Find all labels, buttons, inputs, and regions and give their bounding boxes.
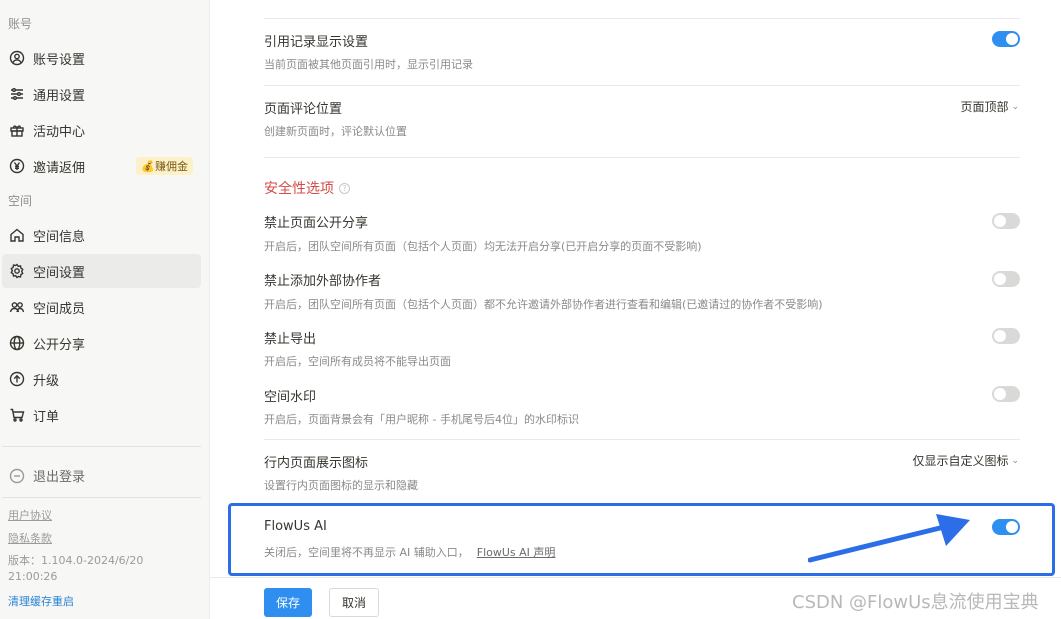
inline-icon-desc: 设置行内页面图标的显示和隐藏 — [264, 479, 418, 492]
flowus-ai-toggle[interactable] — [992, 519, 1020, 535]
divider — [264, 439, 1020, 440]
disable-export-desc: 开启后，空间所有成员将不能导出页面 — [264, 355, 451, 368]
sidebar-item-label: 升级 — [33, 373, 60, 389]
csdn-watermark: CSDN @FlowUs息流使用宝典 — [792, 592, 1039, 613]
gift-icon — [8, 121, 26, 139]
sidebar-item-label: 空间设置 — [33, 265, 86, 281]
save-button[interactable]: 保存 — [264, 588, 312, 617]
disable-collaborator-toggle[interactable] — [992, 271, 1020, 287]
chevron-down-icon: ⌄ — [1011, 101, 1019, 112]
sidebar-item-space-info[interactable]: 空间信息 — [2, 218, 201, 252]
toggle-knob — [994, 388, 1006, 400]
flowus-ai-desc-text: 关闭后，空间里将不再显示 AI 辅助入口， — [264, 546, 469, 559]
sidebar-item-orders[interactable]: 订单 — [2, 398, 201, 432]
user-agreement-link[interactable]: 用户协议 — [8, 507, 52, 523]
sidebar-item-invite-rebate[interactable]: 邀请返佣 💰赚佣金 — [2, 149, 201, 183]
sidebar-item-label: 账号设置 — [33, 52, 86, 68]
cancel-button[interactable]: 取消 — [329, 588, 379, 617]
help-icon[interactable]: ? — [339, 182, 350, 194]
comment-position-desc: 创建新页面时，评论默认位置 — [264, 125, 407, 138]
clear-cache-restart-link[interactable]: 清理缓存重启 — [8, 593, 74, 609]
earn-commission-badge: 💰赚佣金 — [136, 157, 193, 175]
sidebar-item-activity-center[interactable]: 活动中心 — [2, 113, 201, 147]
inline-icon-value: 仅显示自定义图标 — [912, 454, 1009, 468]
disable-collaborator-desc: 开启后，团队空间所有页面（包括个人页面）都不允许邀请外部协作者进行查看和编辑(已… — [264, 298, 823, 311]
inline-icon-title: 行内页面展示图标 — [264, 456, 369, 471]
space-watermark-toggle[interactable] — [992, 386, 1020, 402]
divider — [264, 157, 1020, 158]
sidebar-item-general-settings[interactable]: 通用设置 — [2, 77, 201, 111]
comment-position-select[interactable]: 页面顶部 ⌄ — [960, 98, 1019, 115]
divider — [264, 85, 1020, 86]
toggle-knob — [1006, 33, 1018, 45]
logout-icon — [8, 467, 26, 485]
disable-share-title: 禁止页面公开分享 — [264, 216, 369, 231]
toggle-knob — [994, 330, 1006, 342]
upgrade-icon — [8, 370, 26, 388]
security-section-heading: 安全性选项 ? — [264, 178, 350, 198]
citation-toggle[interactable] — [992, 31, 1020, 47]
chevron-down-icon: ⌄ — [1011, 455, 1019, 466]
space-watermark-desc: 开启后，页面背景会有「用户昵称 - 手机尾号后4位」的水印标识 — [264, 413, 579, 426]
sidebar-item-upgrade[interactable]: 升级 — [2, 362, 201, 396]
toggle-knob — [994, 215, 1006, 227]
annotation-arrow-icon — [808, 514, 970, 563]
security-heading-text: 安全性选项 — [264, 181, 334, 197]
sidebar-item-label: 空间信息 — [33, 229, 86, 245]
space-watermark-title: 空间水印 — [264, 390, 317, 405]
sidebar-item-public-share[interactable]: 公开分享 — [2, 326, 201, 360]
footer-divider — [210, 577, 1061, 578]
sidebar-item-label: 通用设置 — [33, 88, 86, 104]
sliders-icon — [8, 85, 26, 103]
gear-icon — [8, 262, 26, 280]
disable-share-desc: 开启后，团队空间所有页面（包括个人页面）均无法开启分享(已开启分享的页面不受影响… — [264, 240, 702, 253]
sidebar: 账号 账号设置 通用设置 活动中心 邀请返佣 💰赚佣金 空间 空间信息 空间设置… — [0, 0, 210, 619]
space-section-title: 空间 — [8, 194, 33, 208]
sidebar-item-account-settings[interactable]: 账号设置 — [2, 41, 201, 75]
cart-icon — [8, 406, 26, 424]
sidebar-divider — [2, 446, 201, 447]
home-icon — [8, 226, 26, 244]
sidebar-divider — [2, 497, 201, 498]
divider — [264, 18, 1020, 19]
disable-share-toggle[interactable] — [992, 213, 1020, 229]
inline-icon-select[interactable]: 仅显示自定义图标 ⌄ — [912, 452, 1019, 469]
members-icon — [8, 298, 26, 316]
toggle-knob — [1006, 521, 1018, 533]
logout-button[interactable]: 退出登录 — [8, 466, 85, 485]
comment-position-value: 页面顶部 — [960, 100, 1009, 114]
citation-setting-desc: 当前页面被其他页面引用时，显示引用记录 — [264, 58, 473, 71]
flowus-ai-title: FlowUs AI — [264, 519, 327, 534]
sidebar-item-space-settings[interactable]: 空间设置 — [2, 254, 201, 288]
sidebar-item-label: 公开分享 — [33, 337, 86, 353]
comment-position-title: 页面评论位置 — [264, 102, 343, 117]
version-text: 版本：1.104.0-2024/6/20 21:00:26 — [8, 554, 144, 583]
disable-export-title: 禁止导出 — [264, 332, 317, 347]
sidebar-item-space-members[interactable]: 空间成员 — [2, 290, 201, 324]
sidebar-item-label: 订单 — [33, 409, 60, 425]
yen-icon — [8, 157, 26, 175]
disable-export-toggle[interactable] — [992, 328, 1020, 344]
user-circle-icon — [8, 49, 26, 67]
flowus-ai-statement-link[interactable]: FlowUs AI 声明 — [477, 546, 556, 559]
privacy-policy-link[interactable]: 隐私条款 — [8, 530, 52, 546]
disable-collaborator-title: 禁止添加外部协作者 — [264, 274, 382, 289]
account-section-title: 账号 — [8, 17, 33, 31]
sidebar-item-label: 邀请返佣 — [33, 160, 86, 176]
citation-setting-title: 引用记录显示设置 — [264, 35, 369, 50]
sidebar-item-label: 活动中心 — [33, 124, 86, 140]
settings-panel: 引用记录显示设置 当前页面被其他页面引用时，显示引用记录 页面评论位置 创建新页… — [210, 0, 1061, 619]
flowus-ai-desc: 关闭后，空间里将不再显示 AI 辅助入口， FlowUs AI 声明 — [264, 544, 555, 560]
sidebar-item-label: 空间成员 — [33, 301, 86, 317]
globe-icon — [8, 334, 26, 352]
logout-label: 退出登录 — [33, 470, 86, 485]
toggle-knob — [994, 273, 1006, 285]
